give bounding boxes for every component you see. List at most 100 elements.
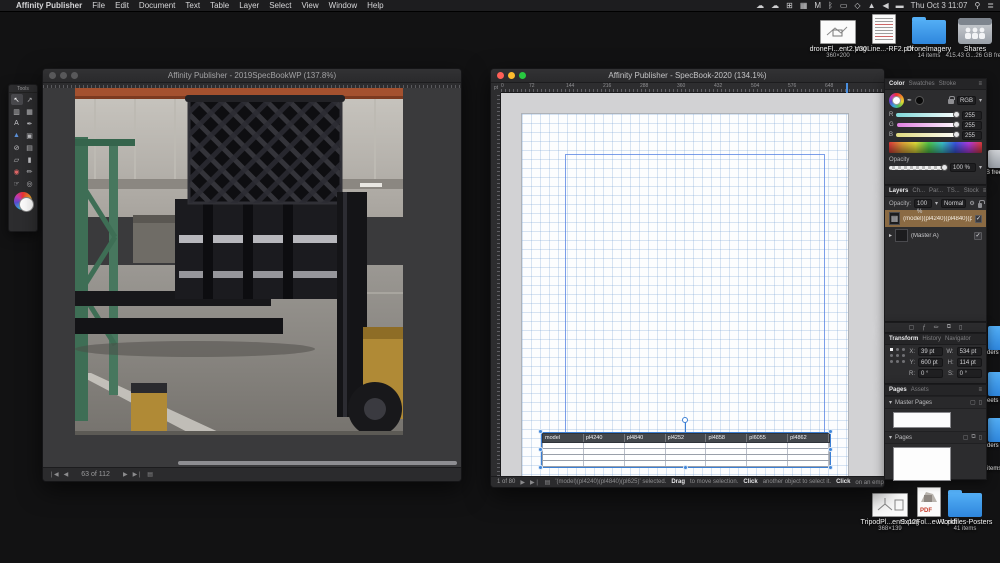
y-field[interactable]: 600 pt xyxy=(918,358,944,367)
crop-tool-icon[interactable]: ▱ xyxy=(11,154,23,165)
right-canvas[interactable]: model pl4240 pl4840 pl4252 pl4858 pl6055… xyxy=(501,93,884,476)
color-wheel-icon[interactable] xyxy=(889,92,904,108)
last-page-button[interactable]: ▶❘ xyxy=(530,479,540,486)
page-mode-icon[interactable]: ▤ xyxy=(147,471,153,478)
selection-handle-mr[interactable] xyxy=(828,447,833,452)
last-page-button[interactable]: ▶❘ xyxy=(133,471,143,478)
cloud-icon-2[interactable]: ☁ xyxy=(771,1,779,10)
desktop-icon-workfiles-folder[interactable]: Workfiles-Posters 41 items xyxy=(933,487,997,532)
prev-page-button[interactable]: ◀ xyxy=(64,471,69,478)
chevron-down-icon[interactable]: ▾ xyxy=(979,97,982,104)
selection-handle-br[interactable] xyxy=(828,465,833,470)
spotlight-icon[interactable]: ⚲ xyxy=(974,1,980,10)
shear-field[interactable]: 0 ° xyxy=(956,369,982,378)
tab-character[interactable]: Ch... xyxy=(912,188,925,194)
add-master-icon[interactable]: ▢ xyxy=(970,399,976,406)
color-mode-select[interactable]: RGB xyxy=(956,95,976,105)
right-window-titlebar[interactable]: Affinity Publisher - SpecBook-2020 (134.… xyxy=(491,69,884,83)
blend-mode-select[interactable]: Normal xyxy=(941,199,967,208)
menu-document[interactable]: Document xyxy=(139,1,175,10)
panel-menu-icon[interactable]: ≡ xyxy=(978,387,982,393)
tab-stroke[interactable]: Stroke xyxy=(939,81,956,87)
opacity-value[interactable]: 100 % xyxy=(949,163,976,172)
pencil-tool-icon[interactable]: ✏ xyxy=(24,166,36,177)
tab-color[interactable]: Color xyxy=(889,81,905,87)
page-mode-icon[interactable]: ▤ xyxy=(545,479,551,486)
panel-menu-icon[interactable]: ≡ xyxy=(983,188,986,194)
image-tool-icon[interactable]: ▤ xyxy=(24,142,36,153)
eyedropper-icon[interactable]: ✒ xyxy=(907,97,912,104)
display-icon[interactable]: ▭ xyxy=(840,1,848,10)
green-slider[interactable] xyxy=(896,121,960,128)
ruler-unit[interactable]: pt xyxy=(491,83,501,93)
transparency-tool-icon[interactable]: ▮ xyxy=(24,154,36,165)
master-pages-section[interactable]: ▾ Master Pages ▢ ▯ xyxy=(885,396,986,409)
desktop-icon-shares-drive[interactable]: Shares 415.43 G...26 GB free xyxy=(943,14,1000,59)
pencil-icon[interactable]: ✏ xyxy=(934,324,939,331)
menu-select[interactable]: Select xyxy=(269,1,291,10)
window-status-icon[interactable]: ⊞ xyxy=(786,1,793,10)
blue-slider[interactable] xyxy=(896,131,960,138)
page-thumbnail[interactable] xyxy=(893,447,951,481)
chevron-down-icon[interactable]: ▾ xyxy=(979,164,982,171)
panel-menu-icon[interactable]: ≡ xyxy=(978,81,982,87)
green-value[interactable]: 255 xyxy=(962,120,982,130)
tab-swatches[interactable]: Swatches xyxy=(909,81,935,87)
menu-clock[interactable]: Thu Oct 3 11:07 xyxy=(911,1,968,10)
tab-navigator[interactable]: Navigator xyxy=(945,336,971,342)
menu-window[interactable]: Window xyxy=(329,1,357,10)
selection-handle-bl[interactable] xyxy=(538,465,543,470)
chevron-down-icon[interactable]: ▾ xyxy=(935,200,938,207)
tab-text-styles[interactable]: TS... xyxy=(947,188,960,194)
menu-layer[interactable]: Layer xyxy=(239,1,259,10)
menu-text[interactable]: Text xyxy=(185,1,200,10)
overlap-icon[interactable]: ⧉ xyxy=(971,434,975,441)
trash-icon[interactable]: ▯ xyxy=(979,399,982,406)
master-page-thumbnail[interactable] xyxy=(893,412,951,428)
next-page-button[interactable]: ▶ xyxy=(123,471,128,478)
artistic-text-tool-icon[interactable]: A xyxy=(11,118,23,129)
hidden-drive-icon[interactable] xyxy=(988,150,1000,168)
stroke-color-swatch[interactable] xyxy=(915,95,925,105)
table-tool-icon[interactable]: ▦ xyxy=(24,106,36,117)
layer-visibility-checkbox[interactable]: ✓ xyxy=(974,231,982,240)
frame-text-tool-icon[interactable]: ▥ xyxy=(11,106,23,117)
left-window-titlebar[interactable]: Affinity Publisher - 2019SpecBookWP (137… xyxy=(43,69,461,83)
lock-icon[interactable] xyxy=(977,199,986,208)
bluetooth-icon[interactable]: ᛒ xyxy=(828,1,833,10)
rotation-field[interactable]: 0 ° xyxy=(918,369,944,378)
blue-value[interactable]: 255 xyxy=(962,130,982,140)
tab-transform[interactable]: Transform xyxy=(889,336,918,342)
layer-visibility-checkbox[interactable]: ✓ xyxy=(974,214,982,223)
w-field[interactable]: 534 pt xyxy=(956,347,982,356)
left-canvas[interactable] xyxy=(43,88,461,467)
menu-table[interactable]: Table xyxy=(210,1,229,10)
selection-handle-tr[interactable] xyxy=(828,429,833,434)
tab-paragraph[interactable]: Par... xyxy=(929,188,943,194)
add-page-icon[interactable]: ▢ xyxy=(963,434,969,441)
trash-icon[interactable]: ▯ xyxy=(959,324,962,331)
node-tool-icon[interactable]: ↗ xyxy=(24,94,36,105)
cloud-icon[interactable]: ☁ xyxy=(756,1,764,10)
picture-frame-tool-icon[interactable]: ▣ xyxy=(24,130,36,141)
first-page-button[interactable]: ❘◀ xyxy=(49,471,59,478)
selection-handle-ml[interactable] xyxy=(538,447,543,452)
tab-pages[interactable]: Pages xyxy=(889,387,907,393)
tab-assets[interactable]: Assets xyxy=(911,387,929,393)
expand-icon[interactable]: ▸ xyxy=(889,232,892,239)
selection-handle-tl[interactable] xyxy=(538,429,543,434)
hidden-folder-icon[interactable] xyxy=(988,372,1000,396)
zoom-tool-icon[interactable]: ◎ xyxy=(24,178,36,189)
fx-icon[interactable]: ƒ xyxy=(922,325,925,331)
m-status-icon[interactable]: M xyxy=(814,1,821,10)
horizontal-scrollbar[interactable] xyxy=(178,461,457,465)
move-tool-icon[interactable]: ↖ xyxy=(10,94,23,105)
lock-icon[interactable] xyxy=(947,96,955,104)
rotation-handle[interactable] xyxy=(682,417,688,423)
layers-opacity-value[interactable]: 100 % xyxy=(914,199,933,215)
collapse-icon[interactable]: ▾ xyxy=(889,434,892,441)
opacity-slider[interactable] xyxy=(889,163,948,171)
document-page[interactable]: model pl4240 pl4840 pl4252 pl4858 pl6055… xyxy=(521,113,849,476)
tab-layers[interactable]: Layers xyxy=(889,188,908,194)
menu-file[interactable]: File xyxy=(92,1,105,10)
